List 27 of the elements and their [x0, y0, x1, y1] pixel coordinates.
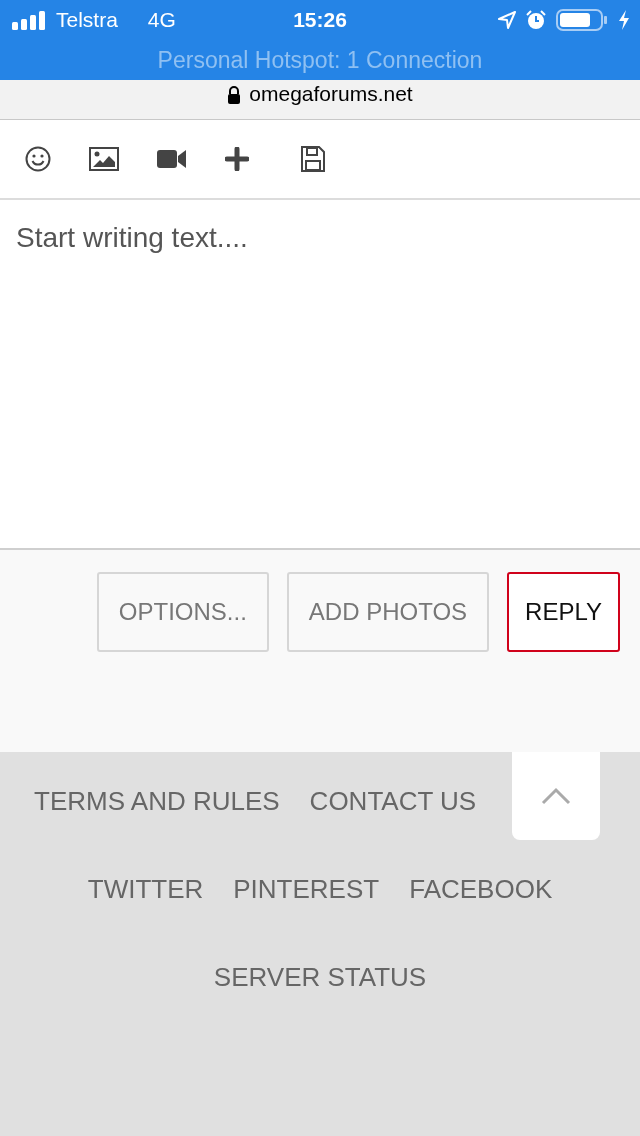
footer-link[interactable]: FACEBOOK [409, 874, 553, 905]
image-icon[interactable] [89, 147, 119, 171]
text-input[interactable]: Start writing text.... [16, 222, 624, 526]
footer-link[interactable]: TWITTER [87, 874, 204, 905]
footer-link[interactable]: SERVER STATUS [213, 962, 427, 993]
chevron-up-icon [541, 787, 571, 805]
action-button[interactable]: ADD PHOTOS [286, 572, 490, 652]
alarm-clock-icon [526, 10, 546, 30]
carrier-name: Telstra [56, 8, 118, 32]
message-field[interactable]: Start writing text.... [0, 200, 640, 550]
url-text[interactable]: omegaforums.net [249, 82, 413, 106]
action-button[interactable]: OPTIONS... [96, 572, 269, 652]
smiley-icon[interactable] [25, 146, 51, 172]
network-type: 4G [147, 8, 176, 32]
video-camera-icon[interactable] [157, 148, 187, 170]
footer-link[interactable]: TERMS AND RULES [34, 786, 280, 817]
reply-button[interactable]: REPLY [507, 572, 620, 652]
location-arrow-icon [498, 11, 516, 29]
clock-time: 15:26 [293, 8, 347, 32]
charging-bolt-icon [618, 10, 630, 30]
battery-icon [556, 9, 608, 31]
plus-icon[interactable] [225, 147, 249, 171]
lock-icon [227, 86, 242, 104]
footer-link[interactable]: PINTEREST [233, 874, 380, 905]
footer-link[interactable]: CONTACT US [309, 786, 477, 817]
signal-icon [12, 10, 48, 30]
save-icon[interactable] [301, 146, 325, 172]
